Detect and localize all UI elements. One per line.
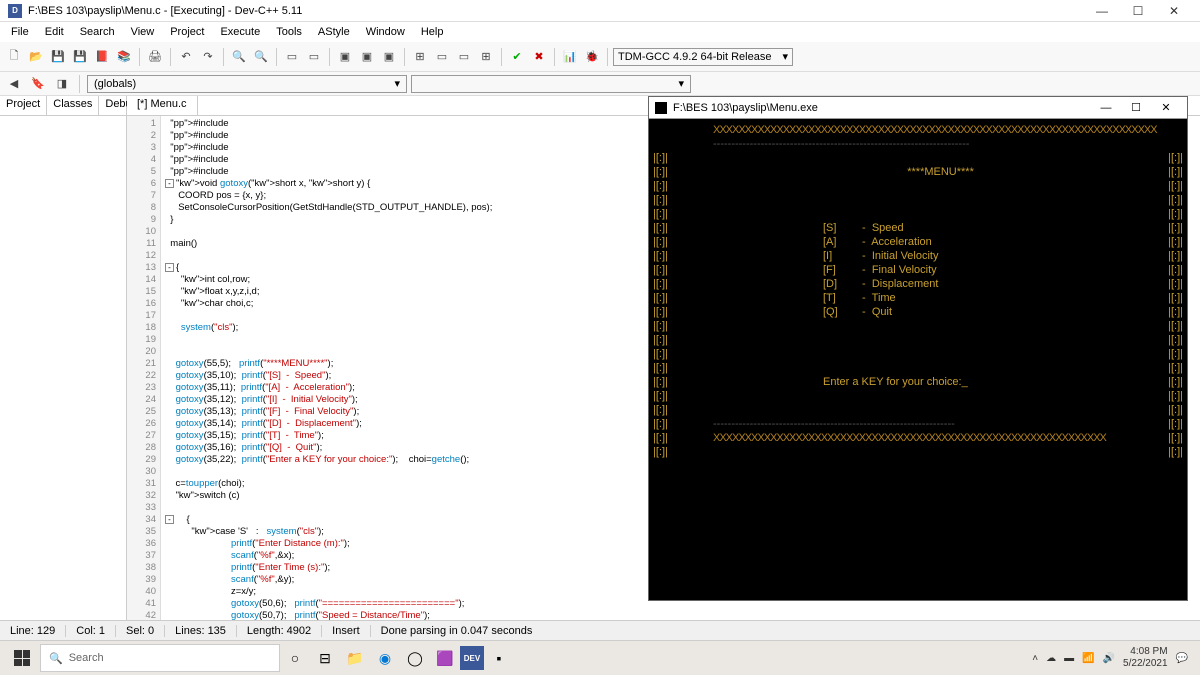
tray-wifi-icon[interactable]: 📶	[1082, 653, 1094, 664]
redo-icon[interactable]: ↷	[198, 47, 218, 67]
status-col: Col: 1	[66, 625, 116, 637]
editor-tab-menu-c[interactable]: [*] Menu.c	[127, 96, 198, 115]
members-select[interactable]: ▾	[411, 75, 691, 93]
taskbar: 🔍Search ○ ⊟ 📁 ◉ ◯ 🟪 DEV ▪ ˄ ☁ ▬ 📶 🔊 4:08…	[0, 640, 1200, 675]
status-lines: Lines: 135	[165, 625, 237, 637]
chrome-icon[interactable]: ◯	[400, 643, 430, 673]
maximize-button[interactable]: ☐	[1120, 0, 1156, 22]
menu-astyle[interactable]: AStyle	[311, 24, 357, 40]
console-close[interactable]: ✕	[1151, 101, 1181, 114]
devcpp-taskbar-icon[interactable]: DEV	[460, 646, 484, 670]
console-icon	[655, 102, 667, 114]
nav-back-icon[interactable]: ◀	[4, 74, 24, 94]
tab-project[interactable]: Project	[0, 96, 47, 115]
undo-icon[interactable]: ↶	[176, 47, 196, 67]
bug-icon[interactable]: 🐞	[582, 47, 602, 67]
menu-search[interactable]: Search	[73, 24, 122, 40]
status-bar: Line: 129 Col: 1 Sel: 0 Lines: 135 Lengt…	[0, 620, 1200, 640]
tray-chevron-icon[interactable]: ˄	[1032, 653, 1038, 664]
stop-debug-icon[interactable]: ▣	[357, 47, 377, 67]
console-window: F:\BES 103\payslip\Menu.exe — ☐ ✕ XXXXXX…	[648, 96, 1188, 601]
status-line: Line: 129	[0, 625, 66, 637]
debug-icon[interactable]: ▣	[335, 47, 355, 67]
search-icon: 🔍	[49, 652, 63, 665]
menu-help[interactable]: Help	[414, 24, 451, 40]
taskview-icon[interactable]: ⊟	[310, 643, 340, 673]
status-message: Done parsing in 0.047 seconds	[371, 625, 543, 637]
status-length: Length: 4902	[237, 625, 322, 637]
check-icon[interactable]: ✔	[507, 47, 527, 67]
sidebar: Project Classes Debug	[0, 96, 127, 620]
line-gutter: 1234567891011121314151617181920212223242…	[127, 116, 161, 620]
console-output: XXXXXXXXXXXXXXXXXXXXXXXXXXXXXXXXXXXXXXXX…	[649, 119, 1187, 463]
find-icon[interactable]: 🔍	[229, 47, 249, 67]
goto-icon[interactable]: ◨	[52, 74, 72, 94]
taskbar-search[interactable]: 🔍Search	[40, 644, 280, 672]
saveall-icon[interactable]: 💾	[70, 47, 90, 67]
print-icon[interactable]: 🖨	[145, 47, 165, 67]
book-icon[interactable]: 📕	[92, 47, 112, 67]
menu-execute[interactable]: Execute	[213, 24, 267, 40]
cortana-icon[interactable]: ○	[280, 643, 310, 673]
status-mode: Insert	[322, 625, 371, 637]
taskbar-clock[interactable]: 4:08 PM5/22/2021	[1123, 646, 1168, 670]
app-icon[interactable]: 🟪	[430, 643, 460, 673]
tab-classes[interactable]: Classes	[47, 96, 99, 115]
menu-project[interactable]: Project	[163, 24, 211, 40]
new-file-icon[interactable]: 🗋	[4, 47, 24, 67]
window2-icon[interactable]: ▭	[304, 47, 324, 67]
tray-volume-icon[interactable]: 🔊	[1103, 653, 1115, 664]
window1-icon[interactable]: ▭	[282, 47, 302, 67]
status-sel: Sel: 0	[116, 625, 165, 637]
notifications-icon[interactable]: 💬	[1176, 653, 1188, 664]
console-taskbar-icon[interactable]: ▪	[484, 643, 514, 673]
app-logo: D	[8, 4, 22, 18]
replace-icon[interactable]: 🔍	[251, 47, 271, 67]
console-minimize[interactable]: —	[1091, 102, 1121, 114]
toolbar: 🗋 📂 💾 💾 📕 📚 🖨 ↶ ↷ 🔍 🔍 ▭ ▭ ▣ ▣ ▣ ⊞ ▭ ▭ ⊞ …	[0, 42, 1200, 72]
books-icon[interactable]: 📚	[114, 47, 134, 67]
run-icon[interactable]: ▭	[454, 47, 474, 67]
menu-file[interactable]: File	[4, 24, 36, 40]
close-button[interactable]: ✕	[1156, 0, 1192, 22]
compiler-select[interactable]: TDM-GCC 4.9.2 64-bit Release▾	[613, 48, 793, 66]
minimize-button[interactable]: —	[1084, 0, 1120, 22]
bookmark-icon[interactable]: 🔖	[28, 74, 48, 94]
grid1-icon[interactable]: ⊞	[410, 47, 430, 67]
edge-icon[interactable]: ◉	[370, 643, 400, 673]
globals-select[interactable]: (globals)▾	[87, 75, 407, 93]
menu-edit[interactable]: Edit	[38, 24, 71, 40]
window-title: F:\BES 103\payslip\Menu.c - [Executing] …	[28, 5, 1084, 17]
open-icon[interactable]: 📂	[26, 47, 46, 67]
chart-icon[interactable]: 📊	[560, 47, 580, 67]
tray-onedrive-icon[interactable]: ☁	[1046, 653, 1056, 664]
tray-battery-icon[interactable]: ▬	[1064, 653, 1074, 664]
menu-view[interactable]: View	[124, 24, 162, 40]
console-title: F:\BES 103\payslip\Menu.exe	[673, 102, 1091, 114]
menu-tools[interactable]: Tools	[269, 24, 309, 40]
profile-icon[interactable]: ▣	[379, 47, 399, 67]
menu-window[interactable]: Window	[359, 24, 412, 40]
start-button[interactable]	[4, 643, 40, 673]
compile-icon[interactable]: ▭	[432, 47, 452, 67]
x-icon[interactable]: ✖	[529, 47, 549, 67]
explorer-icon[interactable]: 📁	[340, 643, 370, 673]
menu-bar: File Edit Search View Project Execute To…	[0, 22, 1200, 42]
compile-run-icon[interactable]: ⊞	[476, 47, 496, 67]
editor: [*] Menu.c 12345678910111213141516171819…	[127, 96, 1200, 620]
save-icon[interactable]: 💾	[48, 47, 68, 67]
console-maximize[interactable]: ☐	[1121, 101, 1151, 114]
